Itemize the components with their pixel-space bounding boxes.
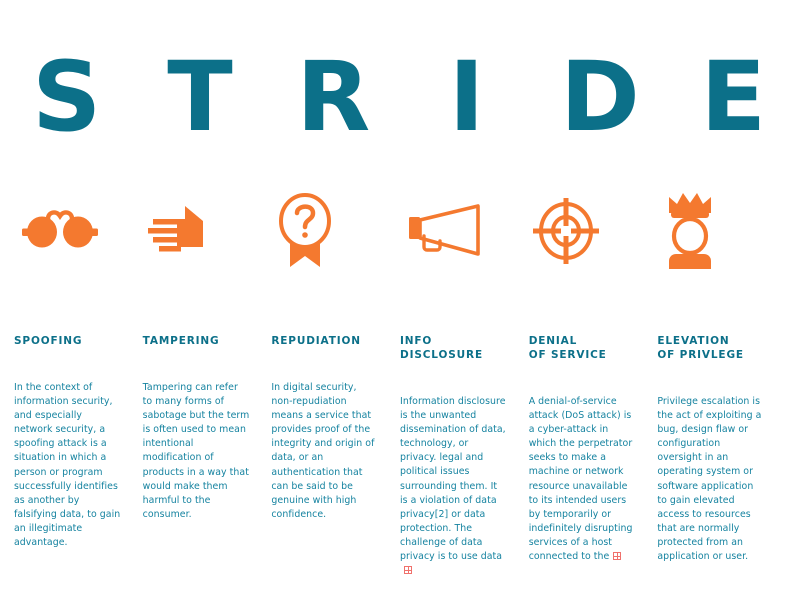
megaphone-icon: [409, 204, 480, 256]
overset-text-indicator: [613, 552, 622, 561]
icon-cell-tampering: [143, 178, 250, 284]
stride-poster: S T R I D E SPOOFING In the context of i…: [0, 0, 800, 600]
body-text: In the context of information security, …: [14, 382, 121, 549]
wordmark-letter-r: R: [296, 41, 371, 153]
threat-column-denial-of-service: DENIAL OF SERVICE A denial-of-service at…: [529, 178, 658, 578]
heading-denial-of-service: DENIAL OF SERVICE: [528, 335, 607, 361]
crowned-figure-icon: [669, 193, 712, 269]
body-text: In digital security, non-repudiation mea…: [271, 382, 375, 520]
wordmark-letter-s: S: [32, 41, 102, 153]
wordmark-letter-i: I: [448, 41, 485, 153]
body-text: A denial-of-service attack (DoS attack) …: [528, 396, 633, 563]
wordmark-letter-t: T: [167, 41, 233, 153]
threat-column-tampering: TAMPERING Tampering can refer to many fo…: [143, 178, 272, 578]
body-tampering: Tampering can refer to many forms of sab…: [143, 381, 250, 522]
heading-elevation-of-privilege: ELEVATION OF PRIVLEGE: [657, 335, 744, 361]
icon-cell-repudiation: [271, 178, 378, 284]
body-info-disclosure: Information disclosure is the unwanted d…: [400, 395, 507, 578]
sunglasses-icon: [22, 210, 98, 248]
heading-tampering: TAMPERING: [142, 335, 220, 347]
threat-column-repudiation: REPUDIATION In digital security, non-rep…: [271, 178, 400, 578]
threat-column-elevation-of-privilege: ELEVATION OF PRIVLEGE Privilege escalati…: [657, 178, 786, 578]
body-repudiation: In digital security, non-repudiation mea…: [271, 381, 378, 522]
heading-spoofing: SPOOFING: [14, 335, 83, 347]
icon-cell-denial-of-service: [529, 178, 636, 284]
body-spoofing: In the context of information security, …: [14, 381, 121, 550]
body-text: Tampering can refer to many forms of sab…: [142, 382, 250, 520]
body-elevation-of-privilege: Privilege escalation is the act of explo…: [657, 395, 764, 564]
body-text: Information disclosure is the unwanted d…: [400, 396, 506, 563]
wordmark-letter-e: E: [700, 41, 767, 153]
question-badge-icon: [279, 193, 332, 267]
heading-repudiation: REPUDIATION: [271, 335, 361, 347]
body-text: Privilege escalation is the act of explo…: [657, 396, 762, 563]
threat-columns: SPOOFING In the context of information s…: [0, 178, 800, 578]
heading-info-disclosure: INFO DISCLOSURE: [400, 335, 483, 361]
crosshair-target-icon: [532, 198, 599, 264]
icon-cell-spoofing: [14, 178, 121, 284]
threat-column-info-disclosure: INFO DISCLOSURE Information disclosure i…: [400, 178, 529, 578]
stride-wordmark: S T R I D E: [0, 42, 800, 152]
wordmark-letter-d: D: [560, 41, 640, 153]
icon-cell-elevation-of-privilege: [657, 178, 764, 284]
hand-icon: [147, 206, 203, 252]
body-denial-of-service: A denial-of-service attack (DoS attack) …: [529, 395, 636, 564]
threat-column-spoofing: SPOOFING In the context of information s…: [14, 178, 143, 578]
icon-cell-info-disclosure: [400, 178, 507, 284]
overset-text-indicator: [404, 566, 413, 575]
